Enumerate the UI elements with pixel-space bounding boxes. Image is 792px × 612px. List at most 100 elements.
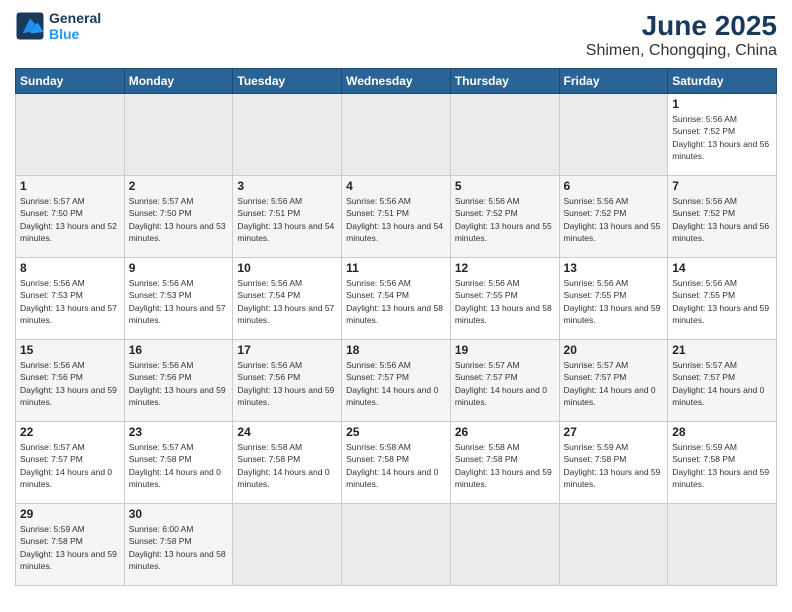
calendar-cell: [342, 504, 451, 586]
calendar-cell: [342, 94, 451, 176]
day-number: 9: [129, 261, 229, 275]
calendar-cell: [233, 504, 342, 586]
calendar-cell: 27 Sunrise: 5:59 AMSunset: 7:58 PMDayligh…: [559, 422, 668, 504]
day-info: Sunrise: 5:57 AMSunset: 7:57 PMDaylight:…: [672, 359, 772, 408]
logo: General Blue: [15, 10, 101, 42]
column-header-wednesday: Wednesday: [342, 69, 451, 94]
day-info: Sunrise: 5:56 AMSunset: 7:54 PMDaylight:…: [346, 277, 446, 326]
day-number: 1: [672, 97, 772, 111]
title-block: June 2025 Shimen, Chongqing, China: [586, 10, 777, 60]
day-info: Sunrise: 5:58 AMSunset: 7:58 PMDaylight:…: [455, 441, 555, 490]
logo-icon: [15, 11, 45, 41]
calendar-week-4: 22 Sunrise: 5:57 AMSunset: 7:57 PMDayligh…: [16, 422, 777, 504]
calendar-table: SundayMondayTuesdayWednesdayThursdayFrid…: [15, 68, 777, 586]
calendar-cell: 13 Sunrise: 5:56 AMSunset: 7:55 PMDayligh…: [559, 258, 668, 340]
column-header-friday: Friday: [559, 69, 668, 94]
calendar-body: 1 Sunrise: 5:56 AMSunset: 7:52 PMDaylight…: [16, 94, 777, 586]
header: General Blue June 2025 Shimen, Chongqing…: [15, 10, 777, 60]
day-number: 17: [237, 343, 337, 357]
day-number: 27: [564, 425, 664, 439]
day-info: Sunrise: 6:00 AMSunset: 7:58 PMDaylight:…: [129, 523, 229, 572]
day-info: Sunrise: 5:56 AMSunset: 7:56 PMDaylight:…: [237, 359, 337, 408]
day-info: Sunrise: 5:58 AMSunset: 7:58 PMDaylight:…: [346, 441, 446, 490]
day-number: 6: [564, 179, 664, 193]
logo-text: General Blue: [49, 10, 101, 42]
calendar-cell: 7 Sunrise: 5:56 AMSunset: 7:52 PMDaylight…: [668, 176, 777, 258]
day-info: Sunrise: 5:57 AMSunset: 7:58 PMDaylight:…: [129, 441, 229, 490]
day-info: Sunrise: 5:56 AMSunset: 7:52 PMDaylight:…: [672, 113, 772, 162]
calendar-week-1: 1Sunrise: 5:57 AMSunset: 7:50 PMDaylight…: [16, 176, 777, 258]
calendar-cell: 15 Sunrise: 5:56 AMSunset: 7:56 PMDayligh…: [16, 340, 125, 422]
day-info: Sunrise: 5:59 AMSunset: 7:58 PMDaylight:…: [564, 441, 664, 490]
calendar-cell: 1Sunrise: 5:57 AMSunset: 7:50 PMDaylight…: [16, 176, 125, 258]
calendar-cell: 3 Sunrise: 5:56 AMSunset: 7:51 PMDaylight…: [233, 176, 342, 258]
calendar-cell: 18 Sunrise: 5:56 AMSunset: 7:57 PMDayligh…: [342, 340, 451, 422]
day-number: 10: [237, 261, 337, 275]
calendar-cell: 9 Sunrise: 5:56 AMSunset: 7:53 PMDaylight…: [124, 258, 233, 340]
calendar-cell: 20 Sunrise: 5:57 AMSunset: 7:57 PMDayligh…: [559, 340, 668, 422]
day-number: 22: [20, 425, 120, 439]
calendar-cell: [124, 94, 233, 176]
day-number: 24: [237, 425, 337, 439]
day-number: 8: [20, 261, 120, 275]
column-header-monday: Monday: [124, 69, 233, 94]
day-number: 13: [564, 261, 664, 275]
day-number: 7: [672, 179, 772, 193]
calendar-cell: 1 Sunrise: 5:56 AMSunset: 7:52 PMDaylight…: [668, 94, 777, 176]
day-info: Sunrise: 5:59 AMSunset: 7:58 PMDaylight:…: [20, 523, 120, 572]
day-info: Sunrise: 5:56 AMSunset: 7:56 PMDaylight:…: [129, 359, 229, 408]
day-number: 20: [564, 343, 664, 357]
day-info: Sunrise: 5:57 AMSunset: 7:57 PMDaylight:…: [20, 441, 120, 490]
day-info: Sunrise: 5:56 AMSunset: 7:57 PMDaylight:…: [346, 359, 446, 408]
column-header-saturday: Saturday: [668, 69, 777, 94]
day-number: 5: [455, 179, 555, 193]
day-info: Sunrise: 5:56 AMSunset: 7:54 PMDaylight:…: [237, 277, 337, 326]
day-info: Sunrise: 5:56 AMSunset: 7:52 PMDaylight:…: [455, 195, 555, 244]
calendar-cell: 19Sunrise: 5:57 AMSunset: 7:57 PMDayligh…: [450, 340, 559, 422]
column-header-tuesday: Tuesday: [233, 69, 342, 94]
day-number: 29: [20, 507, 120, 521]
calendar-cell: [559, 504, 668, 586]
calendar-cell: 2Sunrise: 5:57 AMSunset: 7:50 PMDaylight…: [124, 176, 233, 258]
calendar-cell: 17 Sunrise: 5:56 AMSunset: 7:56 PMDayligh…: [233, 340, 342, 422]
calendar-cell: [233, 94, 342, 176]
calendar-cell: [559, 94, 668, 176]
day-info: Sunrise: 5:56 AMSunset: 7:52 PMDaylight:…: [564, 195, 664, 244]
day-info: Sunrise: 5:56 AMSunset: 7:51 PMDaylight:…: [237, 195, 337, 244]
day-number: 11: [346, 261, 446, 275]
day-number: 28: [672, 425, 772, 439]
calendar-cell: 5 Sunrise: 5:56 AMSunset: 7:52 PMDaylight…: [450, 176, 559, 258]
day-number: 15: [20, 343, 120, 357]
day-number: 25: [346, 425, 446, 439]
calendar-cell: 30 Sunrise: 6:00 AMSunset: 7:58 PMDayligh…: [124, 504, 233, 586]
day-number: 21: [672, 343, 772, 357]
day-number: 1: [20, 179, 120, 193]
calendar-cell: 28Sunrise: 5:59 AMSunset: 7:58 PMDayligh…: [668, 422, 777, 504]
day-info: Sunrise: 5:56 AMSunset: 7:52 PMDaylight:…: [672, 195, 772, 244]
calendar-cell: 22 Sunrise: 5:57 AMSunset: 7:57 PMDayligh…: [16, 422, 125, 504]
calendar-cell: 16Sunrise: 5:56 AMSunset: 7:56 PMDayligh…: [124, 340, 233, 422]
day-number: 18: [346, 343, 446, 357]
calendar-cell: 26Sunrise: 5:58 AMSunset: 7:58 PMDayligh…: [450, 422, 559, 504]
day-info: Sunrise: 5:56 AMSunset: 7:56 PMDaylight:…: [20, 359, 120, 408]
calendar-cell: [450, 504, 559, 586]
day-info: Sunrise: 5:56 AMSunset: 7:55 PMDaylight:…: [672, 277, 772, 326]
day-info: Sunrise: 5:57 AMSunset: 7:57 PMDaylight:…: [564, 359, 664, 408]
calendar-cell: 25 Sunrise: 5:58 AMSunset: 7:58 PMDayligh…: [342, 422, 451, 504]
calendar-week-3: 15 Sunrise: 5:56 AMSunset: 7:56 PMDayligh…: [16, 340, 777, 422]
calendar-container: General Blue June 2025 Shimen, Chongqing…: [0, 0, 792, 596]
calendar-cell: 6 Sunrise: 5:56 AMSunset: 7:52 PMDaylight…: [559, 176, 668, 258]
calendar-cell: [450, 94, 559, 176]
day-info: Sunrise: 5:56 AMSunset: 7:51 PMDaylight:…: [346, 195, 446, 244]
calendar-cell: 14Sunrise: 5:56 AMSunset: 7:55 PMDayligh…: [668, 258, 777, 340]
day-info: Sunrise: 5:56 AMSunset: 7:53 PMDaylight:…: [20, 277, 120, 326]
calendar-cell: 10 Sunrise: 5:56 AMSunset: 7:54 PMDayligh…: [233, 258, 342, 340]
day-info: Sunrise: 5:56 AMSunset: 7:55 PMDaylight:…: [564, 277, 664, 326]
day-number: 23: [129, 425, 229, 439]
month-year: June 2025: [586, 10, 777, 42]
day-number: 3: [237, 179, 337, 193]
day-info: Sunrise: 5:58 AMSunset: 7:58 PMDaylight:…: [237, 441, 337, 490]
day-info: Sunrise: 5:56 AMSunset: 7:53 PMDaylight:…: [129, 277, 229, 326]
calendar-cell: 8 Sunrise: 5:56 AMSunset: 7:53 PMDaylight…: [16, 258, 125, 340]
day-number: 30: [129, 507, 229, 521]
